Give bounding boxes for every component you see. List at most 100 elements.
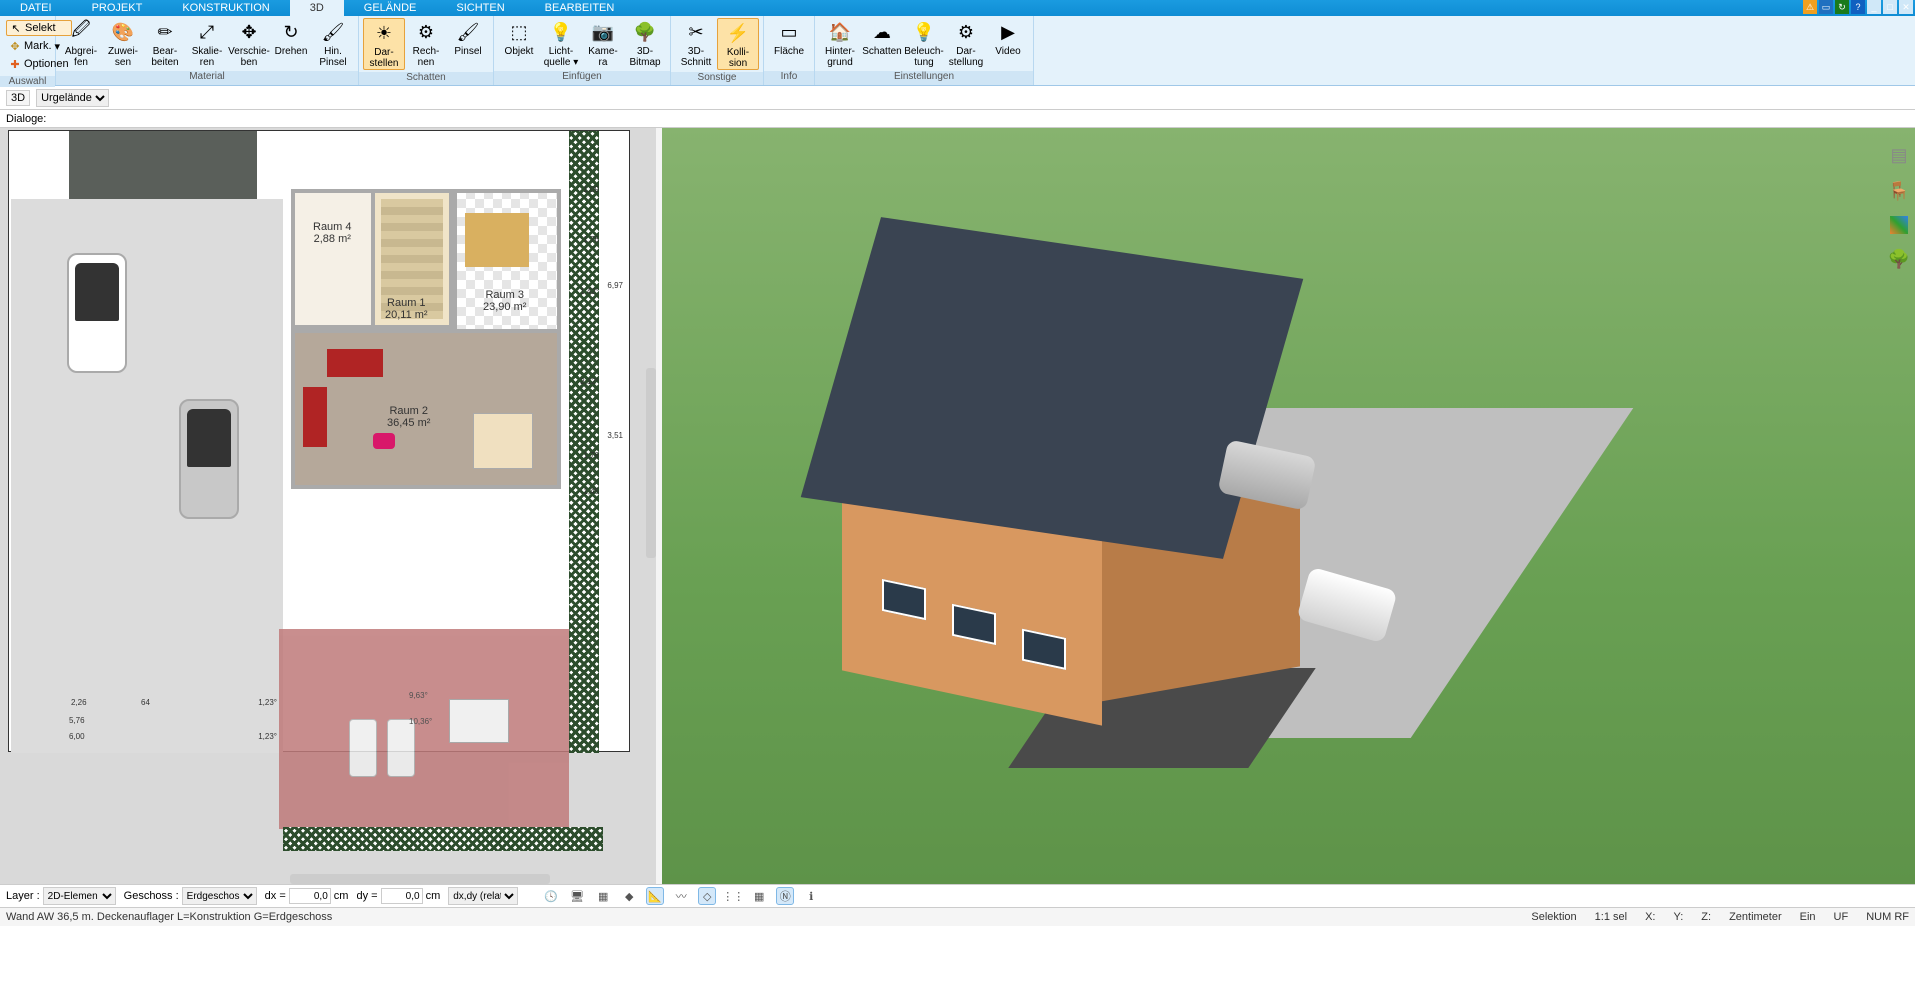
furniture-icon[interactable]: 🪑 <box>1888 180 1910 202</box>
display-icon[interactable]: ▭ <box>1819 0 1833 14</box>
warning-icon[interactable]: ⚠ <box>1803 0 1817 14</box>
material-button-0[interactable]: 🖉Abgrei- fen <box>60 18 102 68</box>
refresh-icon[interactable]: ↻ <box>1835 0 1849 14</box>
settings-icon-2: 💡 <box>912 20 936 44</box>
2d-plan-viewport[interactable]: 2,26 64 5,76 6,00 1,23° 1,23° Raum 42,88… <box>0 128 656 884</box>
snap-point-icon[interactable]: ◆ <box>620 887 638 905</box>
menu-bearbeiten[interactable]: BEARBEITEN <box>525 0 635 16</box>
floor-select[interactable]: Erdgeschos <box>182 887 257 905</box>
room2-area: 36,45 m² <box>387 417 430 429</box>
menu-gelaende[interactable]: GELÄNDE <box>344 0 437 16</box>
3d-viewport[interactable] <box>662 128 1915 884</box>
material-button-2[interactable]: ✏Bear- beiten <box>144 18 186 68</box>
monitor-icon[interactable]: 🖥 <box>568 887 586 905</box>
other-button-1[interactable]: ⚡Kolli- sion <box>717 18 759 70</box>
insert-button-2[interactable]: 📷Kame- ra <box>582 18 624 68</box>
outdoor-table <box>449 699 509 743</box>
material-button-5[interactable]: ↻Drehen <box>270 18 312 57</box>
car-white-1 <box>67 253 127 373</box>
menu-3d[interactable]: 3D <box>290 0 344 16</box>
shadow-label-2: Pinsel <box>454 46 481 57</box>
dim-145: 1,45 <box>583 487 599 496</box>
dx-label: dx = <box>265 890 286 902</box>
group-einstellungen: Einstellungen <box>815 71 1033 85</box>
menu-sichten[interactable]: SICHTEN <box>436 0 524 16</box>
car-silver-1 <box>179 399 239 519</box>
status-num: NUM RF <box>1866 911 1909 923</box>
shadow-label-0: Dar- stellen <box>370 47 399 69</box>
group-einfuegen: Einfügen <box>494 71 670 85</box>
maximize-button[interactable]: □ <box>1883 0 1897 14</box>
menu-konstruktion[interactable]: KONSTRUKTION <box>162 0 289 16</box>
shadow-button-0[interactable]: ☀Dar- stellen <box>363 18 405 70</box>
material-icon-6: 🖌 <box>321 20 345 44</box>
materials-icon[interactable] <box>1890 216 1908 234</box>
material-button-6[interactable]: 🖌Hin. Pinsel <box>312 18 354 68</box>
info-button-0[interactable]: ▭Fläche <box>768 18 810 57</box>
insert-button-1[interactable]: 💡Licht- quelle ▾ <box>540 18 582 68</box>
material-icon-1: 🎨 <box>111 20 135 44</box>
dim-176a: 1,76 <box>583 235 599 244</box>
settings-label-2: Beleuch- tung <box>904 46 943 68</box>
settings-label-0: Hinter- grund <box>825 46 855 68</box>
layer-dropdown[interactable]: Urgelände <box>36 89 109 107</box>
dim-123-b: 1,23° <box>258 732 277 741</box>
insert-icon-3: 🌳 <box>633 20 657 44</box>
settings-button-4[interactable]: ▶Video <box>987 18 1029 57</box>
material-icon-3: ⤢ <box>195 20 219 44</box>
layers-icon[interactable]: ▤ <box>1888 144 1910 166</box>
help-icon[interactable]: ? <box>1851 0 1865 14</box>
status-x: X: <box>1645 911 1655 923</box>
material-button-1[interactable]: 🎨Zuwei- sen <box>102 18 144 68</box>
scrollbar-horizontal[interactable] <box>290 874 550 884</box>
dim-142: 1,42° <box>580 287 599 296</box>
group-sonstige: Sonstige <box>671 72 763 85</box>
scrollbar-vertical[interactable] <box>646 368 656 558</box>
clock-icon[interactable]: 🕓 <box>542 887 560 905</box>
snap-angle-icon[interactable]: 📐 <box>646 887 664 905</box>
shadow-button-2[interactable]: 🖌Pinsel <box>447 18 489 57</box>
window-3 <box>1022 629 1066 670</box>
house-outline: Raum 42,88 m² Raum 120,11 m² Raum 323,90… <box>283 189 569 629</box>
insert-button-3[interactable]: 🌳3D- Bitmap <box>624 18 666 68</box>
grid-mesh-icon[interactable]: ▦ <box>750 887 768 905</box>
ribbon-toolbar: ↖Selekt ✥Mark.▾ ✚Optionen Auswahl 🖉Abgre… <box>0 16 1915 86</box>
close-button[interactable]: ✕ <box>1899 0 1913 14</box>
insert-button-0[interactable]: ⬚Objekt <box>498 18 540 57</box>
dy-input[interactable] <box>381 888 423 904</box>
room1-area: 20,11 m² <box>385 309 428 321</box>
menu-datei[interactable]: DATEI <box>0 0 72 16</box>
insert-icon-1: 💡 <box>549 20 573 44</box>
stack-icon[interactable]: ▦ <box>594 887 612 905</box>
info-icon[interactable]: ℹ <box>802 887 820 905</box>
coord-mode-select[interactable]: dx,dy (relativ ka <box>448 887 518 905</box>
other-button-0[interactable]: ✂3D- Schnitt <box>675 18 717 68</box>
garage-roof <box>69 131 257 199</box>
plants-icon[interactable]: 🌳 <box>1888 248 1910 270</box>
minimize-button[interactable]: _ <box>1867 0 1881 14</box>
snap-line-icon[interactable]: 〰 <box>672 887 690 905</box>
shadow-button-1[interactable]: ⚙Rech- nen <box>405 18 447 68</box>
menu-projekt[interactable]: PROJEKT <box>72 0 163 16</box>
snap-grid-icon[interactable]: ◇ <box>698 887 716 905</box>
settings-button-0[interactable]: 🏠Hinter- grund <box>819 18 861 68</box>
settings-label-1: Schatten <box>862 46 901 57</box>
settings-button-1[interactable]: ☁Schatten <box>861 18 903 57</box>
grid-dots-icon[interactable]: ⋮⋮ <box>724 887 742 905</box>
dining-table <box>465 213 529 267</box>
dim-600: 6,00 <box>69 732 85 741</box>
dim-1036: 10,36° <box>409 717 432 726</box>
cursor-icon: ↖ <box>10 22 22 34</box>
north-icon[interactable]: Ⓝ <box>776 887 794 905</box>
dx-input[interactable] <box>289 888 331 904</box>
material-button-3[interactable]: ⤢Skalie- ren <box>186 18 228 68</box>
settings-button-3[interactable]: ⚙Dar- stellung <box>945 18 987 68</box>
layer-select[interactable]: 2D-Elemen <box>43 887 116 905</box>
insert-label-2: Kame- ra <box>588 46 617 68</box>
shadow-icon-0: ☀ <box>372 21 396 45</box>
status-text: Wand AW 36,5 m. Deckenauflager L=Konstru… <box>6 911 332 923</box>
material-button-4[interactable]: ✥Verschie- ben <box>228 18 270 68</box>
settings-button-2[interactable]: 💡Beleuch- tung <box>903 18 945 68</box>
lounger-2 <box>387 719 415 777</box>
group-auswahl: Auswahl <box>0 76 55 87</box>
